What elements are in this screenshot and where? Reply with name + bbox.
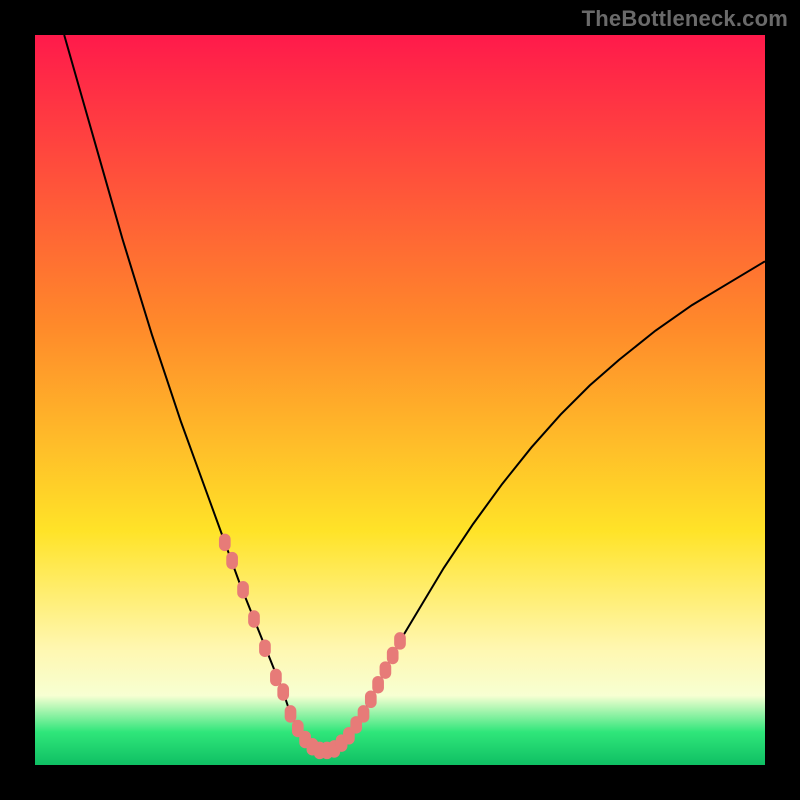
marker-point	[248, 610, 260, 628]
marker-point	[277, 683, 289, 701]
marker-point	[237, 581, 249, 599]
gradient-background	[35, 35, 765, 765]
marker-point	[259, 639, 271, 657]
chart-frame: TheBottleneck.com	[0, 0, 800, 800]
marker-point	[219, 534, 231, 552]
marker-point	[365, 691, 377, 709]
marker-point	[270, 669, 282, 687]
chart-svg	[35, 35, 765, 765]
marker-point	[372, 676, 384, 694]
marker-point	[358, 705, 370, 723]
marker-point	[394, 632, 406, 650]
plot-area	[35, 35, 765, 765]
marker-point	[285, 705, 297, 723]
watermark-text: TheBottleneck.com	[582, 6, 788, 32]
marker-point	[387, 647, 399, 665]
marker-point	[380, 661, 392, 679]
marker-point	[226, 552, 238, 570]
